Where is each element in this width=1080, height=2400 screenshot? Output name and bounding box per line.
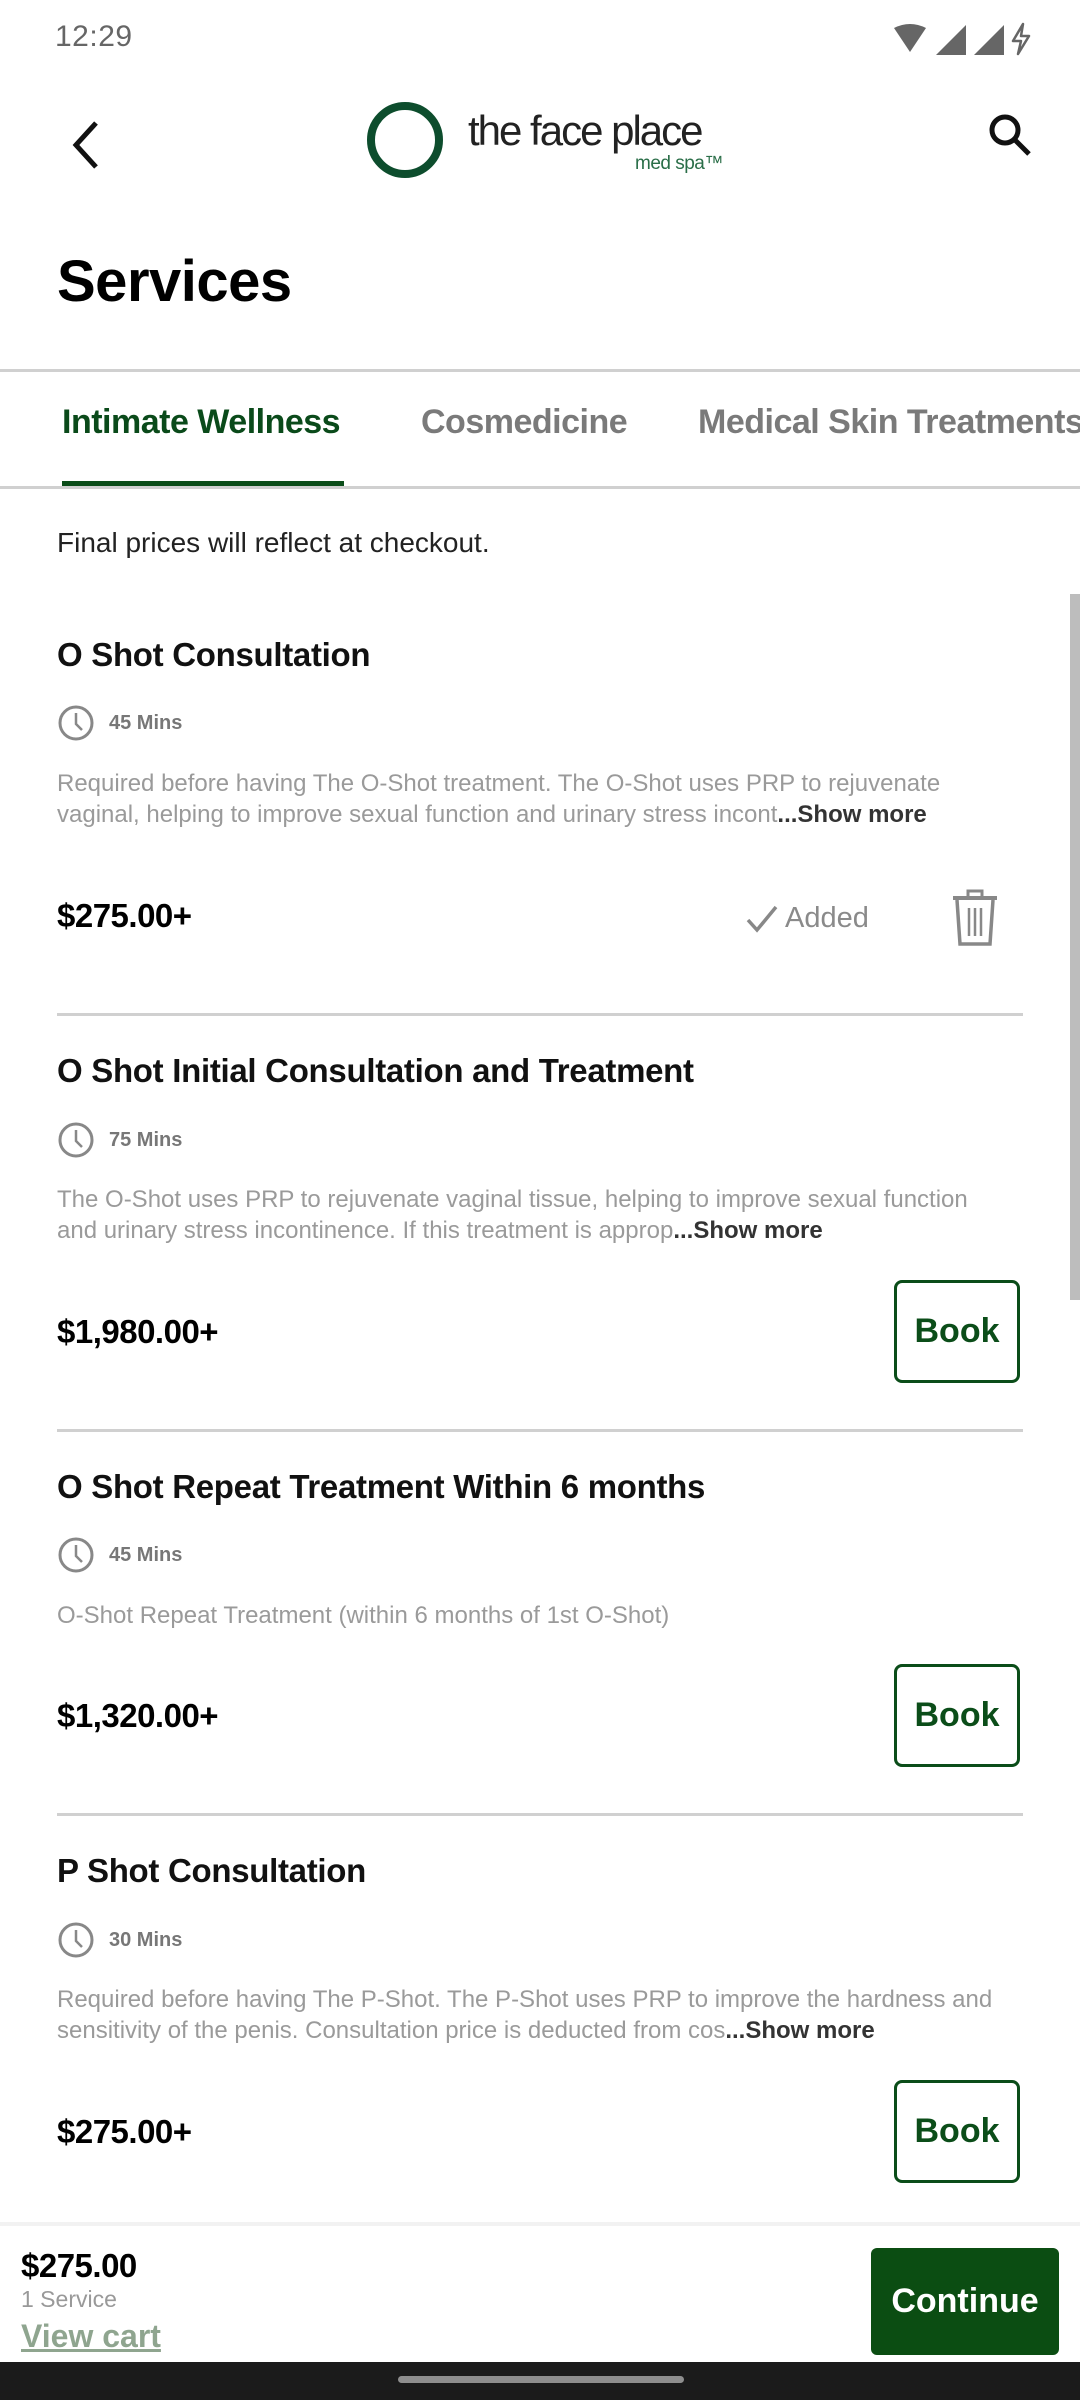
service-name: P Shot Consultation [57, 1852, 367, 1889]
remove-service-button[interactable] [948, 888, 1002, 948]
show-more-link[interactable]: ...Show more [673, 1217, 822, 1244]
tab-cosmedicine[interactable]: Cosmedicine [421, 403, 628, 442]
cart-total: $275.00 [21, 2247, 137, 2284]
view-cart-link[interactable]: View cart [21, 2318, 161, 2355]
duration-text: 45 Mins [109, 711, 183, 734]
service-description: The O-Shot uses PRP to rejuvenate vagina… [57, 1184, 1007, 1246]
service-price: $275.00+ [57, 2113, 192, 2150]
search-icon [989, 114, 1031, 156]
status-icons [892, 22, 1032, 56]
duration-text: 30 Mins [109, 1928, 183, 1951]
divider [57, 1429, 1023, 1432]
duration-text: 75 Mins [109, 1128, 183, 1151]
service-description: Required before having The P-Shot. The P… [57, 1984, 1007, 2046]
service-name: O Shot Repeat Treatment Within 6 months [57, 1468, 706, 1505]
service-name: O Shot Consultation [57, 636, 371, 673]
description-text: The O-Shot uses PRP to rejuvenate vagina… [57, 1186, 968, 1244]
search-button[interactable] [985, 110, 1035, 160]
service-description: O-Shot Repeat Treatment (within 6 months… [57, 1600, 1007, 1631]
description-text: O-Shot Repeat Treatment (within 6 months… [57, 1602, 670, 1629]
logo-name: the face place [468, 107, 704, 154]
scrollbar[interactable] [1070, 594, 1080, 1300]
added-status: Added [745, 902, 869, 935]
back-button[interactable] [60, 115, 110, 175]
clock-icon [58, 705, 94, 741]
cart-service-count: 1 Service [21, 2286, 117, 2312]
brand-logo: the face place med spa™ [360, 95, 730, 185]
service-duration: 75 Mins [57, 1121, 182, 1159]
signal-icon [936, 25, 966, 55]
tabs-divider-bottom [0, 486, 1080, 489]
page-title: Services [57, 249, 292, 314]
charging-icon [1011, 22, 1031, 56]
status-time: 12:29 [55, 20, 133, 53]
service-duration: 30 Mins [57, 1921, 182, 1959]
service-duration: 45 Mins [57, 704, 182, 742]
service-price: $275.00+ [57, 897, 192, 934]
clock-icon [58, 1537, 94, 1573]
show-more-link[interactable]: ...Show more [725, 2017, 874, 2044]
continue-button[interactable]: Continue [871, 2248, 1059, 2355]
book-button[interactable]: Book [894, 1280, 1020, 1383]
service-price: $1,320.00+ [57, 1697, 219, 1734]
wifi-icon [894, 24, 926, 52]
show-more-link[interactable]: ...Show more [777, 801, 926, 828]
book-button[interactable]: Book [894, 2080, 1020, 2183]
checkmark-icon [746, 905, 778, 933]
tabs-divider-top [0, 369, 1080, 372]
added-label: Added [785, 902, 869, 934]
price-notice: Final prices will reflect at checkout. [57, 527, 490, 558]
service-description: Required before having The O-Shot treatm… [57, 768, 1007, 830]
divider [57, 1813, 1023, 1816]
home-gesture-handle[interactable] [398, 2376, 684, 2383]
clock-icon [58, 1922, 94, 1958]
logo-tagline: med spa™ [635, 153, 723, 174]
divider [57, 1013, 1023, 1016]
book-button[interactable]: Book [894, 1664, 1020, 1767]
tab-medical-skin-treatments[interactable]: Medical Skin Treatments [698, 403, 1080, 442]
service-duration: 45 Mins [57, 1536, 182, 1574]
tab-intimate-wellness[interactable]: Intimate Wellness [62, 403, 341, 442]
clock-icon [58, 1122, 94, 1158]
logo-ring-icon [367, 102, 443, 178]
trash-icon [953, 889, 997, 946]
chevron-left-icon [72, 121, 98, 169]
duration-text: 45 Mins [109, 1543, 183, 1566]
service-price: $1,980.00+ [57, 1313, 219, 1350]
signal-icon [974, 25, 1004, 55]
service-name: O Shot Initial Consultation and Treatmen… [57, 1052, 694, 1089]
